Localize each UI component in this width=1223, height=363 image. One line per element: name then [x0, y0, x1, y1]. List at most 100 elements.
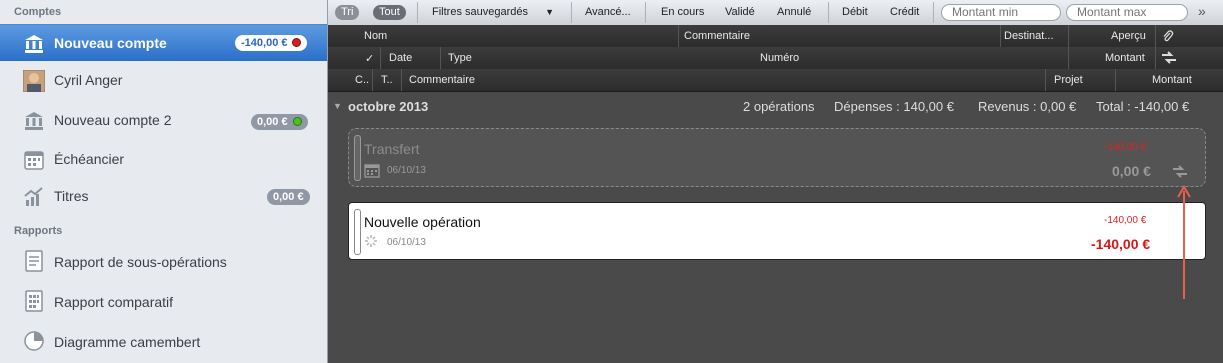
transaction-amount-top: -140,00 € [1104, 215, 1147, 226]
column-header-row-2: ✓ Date Type Numéro Montant [328, 47, 1223, 70]
status-red-icon [292, 38, 302, 47]
balance-badge: -140,00 € [235, 35, 308, 51]
depenses-total: Dépenses : 140,00 € [834, 99, 954, 114]
status-green-icon [292, 117, 302, 126]
debit-filter[interactable]: Débit [842, 6, 868, 18]
sidebar-item-rapport-comparatif[interactable]: Rapport comparatif [0, 283, 327, 319]
separator [380, 47, 381, 69]
bank-icon [23, 33, 45, 55]
credit-filter[interactable]: Crédit [890, 6, 919, 18]
avatar [22, 69, 46, 93]
calendar-icon [23, 149, 45, 171]
col-numero[interactable]: Numéro [760, 52, 799, 64]
col-projet[interactable]: Projet [1054, 74, 1083, 86]
sidebar-item-nouveau-compte[interactable]: Nouveau compte -140,00 € [0, 24, 327, 61]
column-header-row-3: C.. T.. Commentaire Projet Montant [328, 69, 1223, 92]
sidebar-item-label: Cyril Anger [54, 72, 123, 88]
advanced-button[interactable]: Avancé... [585, 6, 631, 18]
valide-filter[interactable]: Validé [725, 6, 755, 18]
transaction-amount: 0,00 € [1112, 163, 1151, 179]
amount-min-field[interactable] [941, 4, 1061, 21]
tout-button[interactable]: Tout [373, 5, 406, 20]
pie-chart-icon [23, 329, 45, 353]
month-label: octobre 2013 [348, 99, 429, 114]
revenus-total: Revenus : 0,00 € [978, 99, 1077, 114]
overflow-chevron-icon[interactable]: » [1198, 3, 1206, 19]
col-check[interactable]: ✓ [365, 52, 374, 65]
main-panel: Tri Tout Filtres sauvegardés ▼ Avancé...… [328, 0, 1223, 363]
separator [1068, 47, 1069, 69]
separator [1000, 25, 1001, 47]
separator [372, 69, 373, 91]
column-header-row-1: Nom Commentaire Destinat... Aperçu [328, 25, 1223, 48]
separator [1155, 25, 1156, 47]
sidebar-item-rapport-sous-operations[interactable]: Rapport de sous-opérations [0, 243, 327, 279]
tri-button[interactable]: Tri [335, 5, 360, 20]
sidebar-item-label: Titres [54, 188, 89, 204]
separator [933, 2, 934, 23]
balance-badge: 0,00 € [251, 114, 308, 130]
transaction-amount: -140,00 € [1091, 236, 1151, 252]
filter-toolbar: Tri Tout Filtres sauvegardés ▼ Avancé...… [328, 0, 1223, 26]
separator [1045, 69, 1046, 91]
transaction-amount-top: -140,00 € [1104, 142, 1147, 153]
transaction-card-transfert[interactable]: Transfert 06/10/13 -140,00 € 0,00 € [348, 128, 1206, 187]
separator [571, 2, 572, 23]
status-bar [354, 209, 361, 255]
sidebar-item-label: Rapport comparatif [54, 294, 174, 310]
month-total: Total : -140,00 € [1096, 99, 1190, 114]
col-date[interactable]: Date [389, 52, 412, 64]
annule-filter[interactable]: Annulé [777, 6, 811, 18]
report-grid-icon [23, 289, 45, 313]
col-apercu[interactable]: Aperçu [1111, 30, 1146, 42]
col-c[interactable]: C.. [355, 74, 369, 86]
transaction-title: Transfert [364, 141, 420, 157]
status-bar [354, 135, 361, 181]
saved-filters-label: Filtres sauvegardés [432, 6, 528, 18]
sidebar-item-label: Rapport de sous-opérations [54, 254, 227, 270]
annotation-arrow-icon [1177, 185, 1191, 299]
col-commentaire-2[interactable]: Commentaire [409, 74, 475, 86]
sidebar-item-label: Diagramme camembert [54, 334, 201, 350]
separator [1155, 47, 1156, 69]
col-commentaire[interactable]: Commentaire [684, 30, 750, 42]
bank-icon [23, 110, 45, 132]
col-montant-2[interactable]: Montant [1152, 74, 1192, 86]
sidebar-item-label: Échéancier [54, 151, 125, 167]
saved-filters-menu[interactable]: Filtres sauvegardés ▼ [432, 6, 554, 18]
accounts-section-header: Comptes [14, 6, 62, 18]
sidebar-item-titres[interactable]: Titres 0,00 € [0, 178, 327, 214]
en-cours-filter[interactable]: En cours [661, 6, 704, 18]
sidebar-item-echeancier[interactable]: Échéancier [0, 141, 327, 177]
col-montant[interactable]: Montant [1105, 52, 1145, 64]
separator [401, 69, 402, 91]
col-t[interactable]: T.. [381, 74, 393, 86]
paperclip-icon[interactable] [1162, 30, 1174, 46]
transaction-card-nouvelle-operation[interactable]: Nouvelle opération 06/10/13 -140,00 € -1… [348, 202, 1206, 260]
operations-count: 2 opérations [743, 99, 815, 114]
transfer-icon[interactable] [1161, 51, 1177, 67]
amount-max-field[interactable] [1066, 4, 1188, 21]
separator [678, 25, 679, 47]
sidebar-item-cyril-anger[interactable]: Cyril Anger [0, 62, 327, 98]
separator [440, 47, 441, 69]
report-list-icon [23, 249, 45, 273]
sidebar-item-label: Nouveau compte 2 [54, 112, 172, 128]
dropdown-arrow-icon: ▼ [545, 7, 554, 17]
sidebar-item-nouveau-compte-2[interactable]: Nouveau compte 2 0,00 € [0, 102, 327, 138]
sidebar-item-diagramme-camembert[interactable]: Diagramme camembert [0, 323, 327, 359]
calendar-icon [364, 163, 380, 181]
transaction-date: 06/10/13 [387, 237, 426, 248]
col-destinataire[interactable]: Destinat... [1004, 30, 1054, 42]
spinner-icon [364, 234, 378, 251]
transfer-icon[interactable] [1172, 165, 1188, 181]
sidebar-item-label: Nouveau compte [54, 35, 167, 51]
col-type[interactable]: Type [448, 52, 472, 64]
separator [1068, 25, 1069, 47]
separator [645, 2, 646, 23]
month-group-header[interactable]: ▼ octobre 2013 2 opérations Dépenses : 1… [328, 96, 1223, 116]
separator [1115, 69, 1116, 91]
col-nom[interactable]: Nom [364, 30, 387, 42]
disclosure-triangle-icon[interactable]: ▼ [333, 101, 342, 111]
separator [417, 2, 418, 23]
